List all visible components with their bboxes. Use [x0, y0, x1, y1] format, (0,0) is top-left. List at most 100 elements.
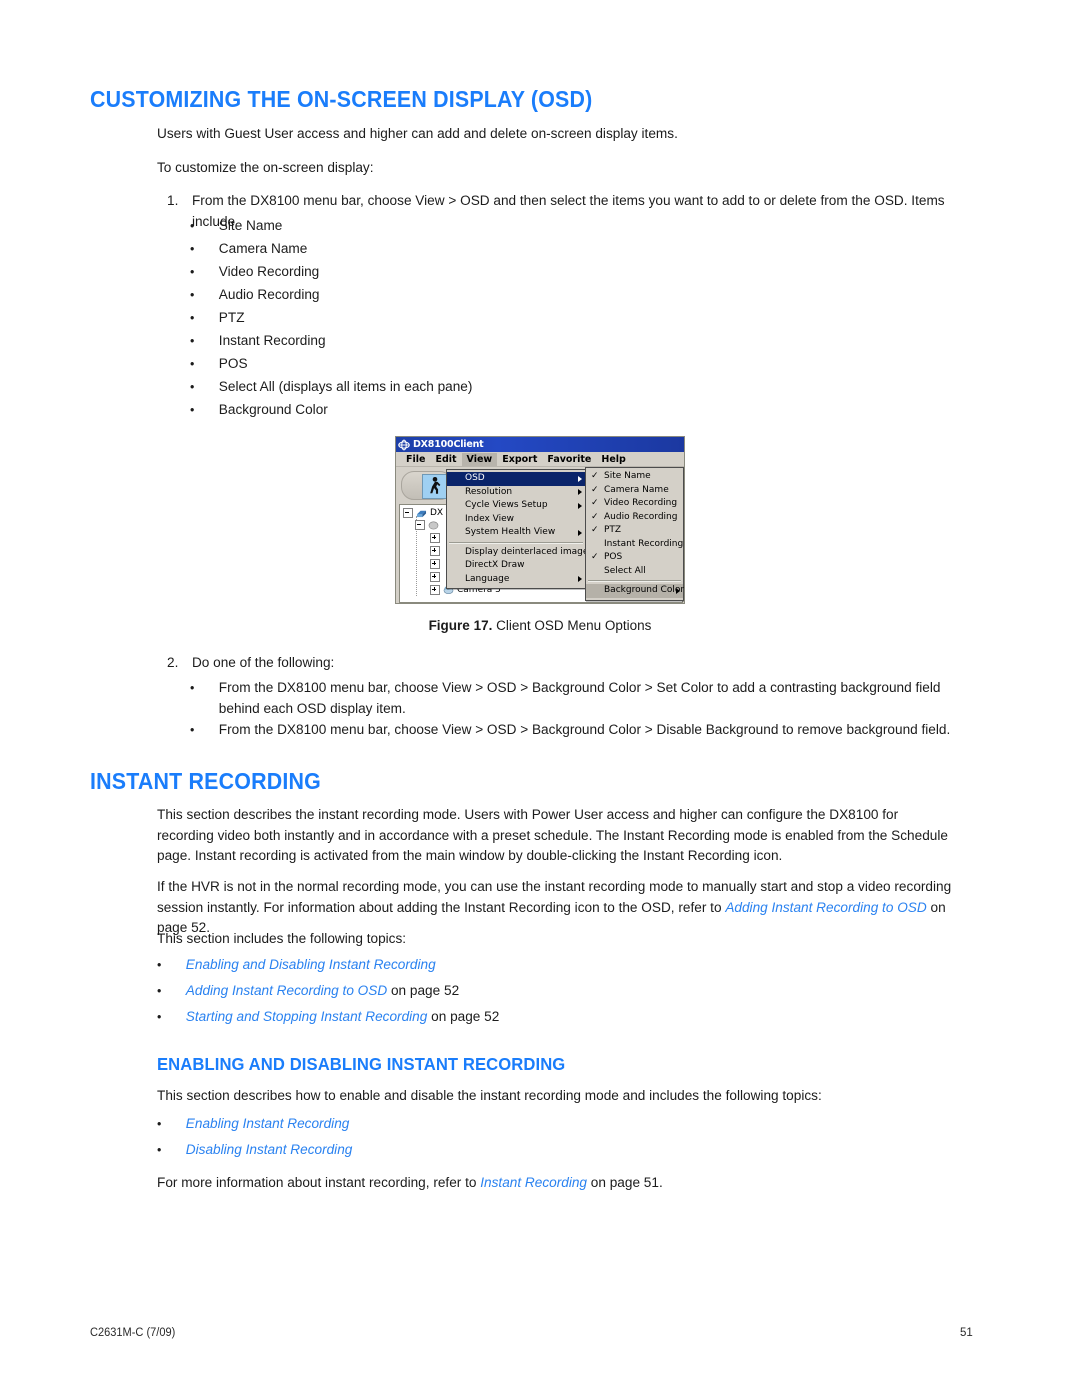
link-adding-instant-recording-to-osd-topic[interactable]: Adding Instant Recording to OSD	[186, 983, 387, 999]
bullet-glyph: •	[190, 264, 195, 279]
tree-row[interactable]	[430, 572, 443, 582]
link-enabling-instant-recording[interactable]: Enabling Instant Recording	[186, 1116, 350, 1132]
walking-person-icon	[422, 474, 448, 499]
bullet-glyph: •	[190, 379, 195, 394]
menu-item-index-view[interactable]: Index View	[447, 513, 585, 527]
dx8100client-window: DX8100Client File Edit View Export Favor…	[395, 436, 685, 604]
osd-menu-item-audio-recording-label: Audio Recording	[604, 511, 678, 522]
tree-row[interactable]	[430, 533, 443, 543]
walking-person-glyph	[430, 477, 441, 494]
step-2-text: Do one of the following:	[191, 655, 335, 671]
bullet-glyph: •	[190, 402, 195, 417]
menu-item-directx-draw[interactable]: DirectX Draw	[447, 559, 585, 573]
menu-item-cycle-views-setup[interactable]: Cycle Views Setup	[447, 499, 585, 513]
checkmark-icon: ✓	[591, 498, 599, 508]
osd-menu-item-ptz[interactable]: ✓ PTZ	[586, 524, 683, 538]
menubar-item-export[interactable]: Export	[497, 453, 542, 466]
osd-menu-item-camera-name-label: Camera Name	[604, 484, 669, 495]
chevron-right-icon	[578, 529, 582, 536]
list-item: • Video Recording	[190, 262, 766, 283]
ed-closing-part-a: For more information about instant recor…	[157, 1175, 481, 1191]
menubar-item-favorite[interactable]: Favorite	[542, 453, 596, 466]
osd-item-site-name: Site Name	[218, 218, 283, 234]
osd-item-ptz: PTZ	[218, 310, 245, 326]
list-item: • Enabling Instant Recording	[157, 1114, 829, 1135]
ed-closing-part-b: on page 51.	[587, 1175, 663, 1191]
tree-collapse-box[interactable]	[415, 520, 425, 530]
menu-item-language[interactable]: Language	[447, 573, 585, 587]
tree-collapse-box[interactable]	[403, 508, 413, 518]
menu-separator	[588, 580, 681, 582]
link-disabling-instant-recording[interactable]: Disabling Instant Recording	[186, 1142, 353, 1158]
tree-expand-box[interactable]	[430, 572, 440, 582]
tree-row[interactable]	[430, 546, 443, 556]
list-item: • Select All (displays all items in each…	[190, 377, 766, 398]
osd-menu-item-pos[interactable]: ✓ POS	[586, 551, 683, 565]
page-title-instant-recording: Instant Recording	[90, 768, 321, 794]
topic-1-suffix: on page 52	[387, 983, 460, 999]
instant-recording-paragraph-1: This section describes the instant recor…	[157, 807, 948, 865]
tree-row[interactable]	[430, 559, 443, 569]
menu-item-system-health-view[interactable]: System Health View	[447, 526, 585, 540]
bullet-glyph: •	[190, 333, 195, 348]
bullet-glyph: •	[157, 1116, 162, 1131]
menubar-item-help[interactable]: Help	[596, 453, 630, 466]
chevron-right-icon	[578, 576, 582, 582]
osd-submenu[interactable]: ✓ Site Name ✓ Camera Name ✓ Video Record…	[585, 467, 684, 601]
page-title-customizing-osd: Customizing the On-Screen Display (OSD)	[90, 86, 593, 112]
link-instant-recording[interactable]: Instant Recording	[480, 1175, 587, 1191]
osd-menu-item-select-all-label: Select All	[604, 565, 646, 576]
enabling-disabling-closing: For more information about instant recor…	[157, 1173, 956, 1194]
tree-expand-box[interactable]	[430, 585, 440, 595]
topic-2-suffix: on page 52	[427, 1009, 500, 1025]
list-item: • Starting and Stopping Instant Recordin…	[157, 1007, 829, 1028]
menu-item-index-view-label: Index View	[465, 513, 514, 524]
menu-item-cycle-views-setup-label: Cycle Views Setup	[465, 500, 548, 510]
server-icon	[416, 510, 427, 518]
osd-menu-item-background-color[interactable]: Background Color	[586, 584, 685, 598]
link-adding-instant-recording-to-osd[interactable]: Adding Instant Recording to OSD	[725, 900, 926, 916]
view-dropdown-menu[interactable]: OSD Resolution Cycle Views Setup Index V…	[446, 469, 588, 589]
menu-item-resolution[interactable]: Resolution	[447, 486, 585, 500]
menubar-item-edit[interactable]: Edit	[430, 453, 461, 466]
menubar-item-file[interactable]: File	[401, 453, 430, 466]
checkmark-icon: ✓	[591, 471, 599, 481]
chevron-right-icon	[676, 587, 680, 594]
osd-menu-item-site-name[interactable]: ✓ Site Name	[586, 470, 683, 484]
step-2-option-set-color: From the DX8100 menu bar, choose View > …	[218, 680, 941, 717]
tree-row[interactable]: DX	[403, 508, 443, 518]
tree-expand-box[interactable]	[430, 533, 440, 543]
bullet-glyph: •	[157, 983, 162, 998]
checkmark-icon: ✓	[591, 511, 599, 522]
list-item: • Instant Recording	[190, 331, 766, 352]
osd-menu-item-select-all[interactable]: Select All	[586, 565, 683, 579]
tree-expand-box[interactable]	[430, 559, 440, 569]
osd-menu-item-instant-recording[interactable]: Instant Recording	[586, 538, 683, 552]
tree-label-dx: DX	[430, 508, 444, 518]
checkmark-icon: ✓	[591, 525, 599, 535]
osd-menu-item-camera-name[interactable]: ✓ Camera Name	[586, 484, 683, 498]
bullet-glyph: •	[190, 218, 195, 233]
link-starting-and-stopping-instant-recording[interactable]: Starting and Stopping Instant Recording	[186, 1009, 428, 1025]
step-2-option-disable-background: From the DX8100 menu bar, choose View > …	[218, 722, 951, 738]
menu-item-osd[interactable]: OSD	[447, 472, 585, 486]
step-2-number: 2.	[167, 655, 179, 671]
step-2: 2. Do one of the following:	[167, 653, 964, 674]
osd-menu-item-video-recording[interactable]: ✓ Video Recording	[586, 497, 683, 511]
osd-menu-item-video-recording-label: Video Recording	[604, 498, 678, 508]
menu-item-display-deinterlaced-image[interactable]: Display deinterlaced image	[447, 546, 588, 560]
list-item: • POS	[190, 354, 766, 375]
list-item: • Enabling and Disabling Instant Recordi…	[157, 955, 829, 976]
list-item: • Site Name	[190, 216, 766, 237]
menubar-item-view[interactable]: View	[461, 452, 498, 466]
bullet-glyph: •	[157, 957, 162, 972]
tree-expand-box[interactable]	[430, 546, 440, 556]
bullet-glyph: •	[190, 241, 195, 256]
osd-menu-item-audio-recording[interactable]: ✓ Audio Recording	[586, 511, 683, 525]
osd-menu-item-background-color-label: Background Color	[604, 585, 685, 595]
tree-row[interactable]	[415, 520, 442, 530]
osd-menu-item-site-name-label: Site Name	[604, 471, 651, 481]
list-item: • Audio Recording	[190, 285, 766, 306]
bullet-glyph: •	[157, 1142, 162, 1157]
link-enabling-and-disabling-instant-recording[interactable]: Enabling and Disabling Instant Recording	[186, 957, 436, 973]
